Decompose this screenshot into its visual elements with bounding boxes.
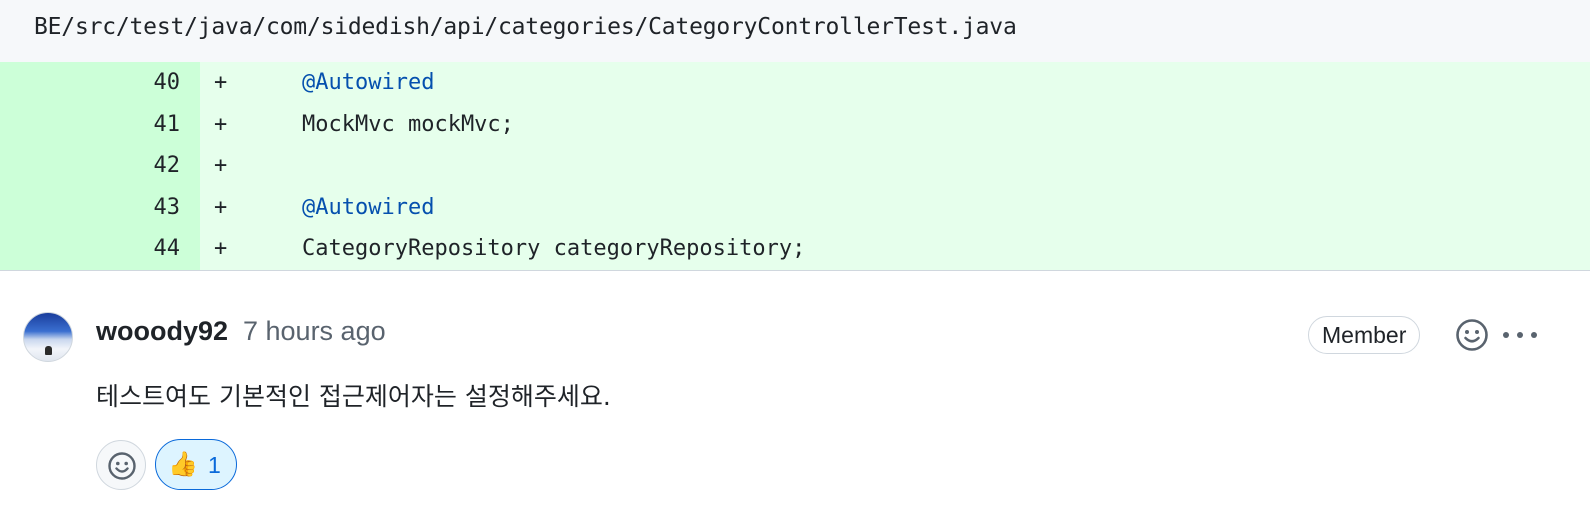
add-reaction-button[interactable] bbox=[96, 440, 146, 490]
diff-line: 44 + CategoryRepository categoryReposito… bbox=[0, 228, 1590, 270]
avatar-figure bbox=[45, 346, 52, 355]
addition-marker: + bbox=[214, 111, 228, 137]
file-path[interactable]: BE/src/test/java/com/sidedish/api/catego… bbox=[34, 14, 1017, 40]
code-line: @Autowired bbox=[302, 70, 435, 95]
addition-marker: + bbox=[214, 70, 228, 95]
divider bbox=[0, 270, 1590, 271]
line-number[interactable]: 40 bbox=[0, 62, 200, 104]
diff-line: 41 + MockMvc mockMvc; bbox=[0, 103, 1590, 146]
comment-author[interactable]: wooody92 bbox=[96, 316, 228, 347]
line-number[interactable]: 42 bbox=[0, 145, 200, 187]
addition-marker: + bbox=[214, 194, 228, 220]
smiley-icon bbox=[108, 452, 136, 480]
code-line: CategoryRepository categoryRepository; bbox=[302, 236, 806, 262]
line-number[interactable]: 43 bbox=[0, 186, 200, 229]
comment-body: 테스트여도 기본적인 접근제어자는 설정해주세요. bbox=[96, 382, 611, 411]
reaction-count: 1 bbox=[208, 452, 221, 478]
thumbs-up-icon: 👍 bbox=[168, 451, 198, 478]
kebab-horizontal-icon[interactable] bbox=[1500, 317, 1540, 353]
diff-line: 43 + @Autowired bbox=[0, 186, 1590, 229]
addition-marker: + bbox=[214, 236, 228, 262]
addition-marker: + bbox=[214, 153, 228, 179]
line-number[interactable]: 41 bbox=[0, 103, 200, 146]
member-badge: Member bbox=[1308, 316, 1421, 354]
diff-line: 42 + bbox=[0, 145, 1590, 187]
code-line: MockMvc mockMvc; bbox=[302, 111, 514, 137]
code-line: @Autowired bbox=[302, 194, 435, 220]
avatar[interactable] bbox=[23, 312, 73, 362]
file-header: BE/src/test/java/com/sidedish/api/catego… bbox=[0, 0, 1590, 62]
diff-line: 40 + @Autowired bbox=[0, 62, 1590, 104]
smiley-icon[interactable] bbox=[1454, 317, 1490, 353]
thumbs-up-reaction[interactable]: 👍 1 bbox=[155, 439, 237, 490]
comment-timestamp[interactable]: 7 hours ago bbox=[243, 316, 386, 347]
diff-table: 40 + @Autowired 41 + MockMvc mockMvc; 42… bbox=[0, 62, 1590, 270]
line-number[interactable]: 44 bbox=[0, 228, 200, 270]
